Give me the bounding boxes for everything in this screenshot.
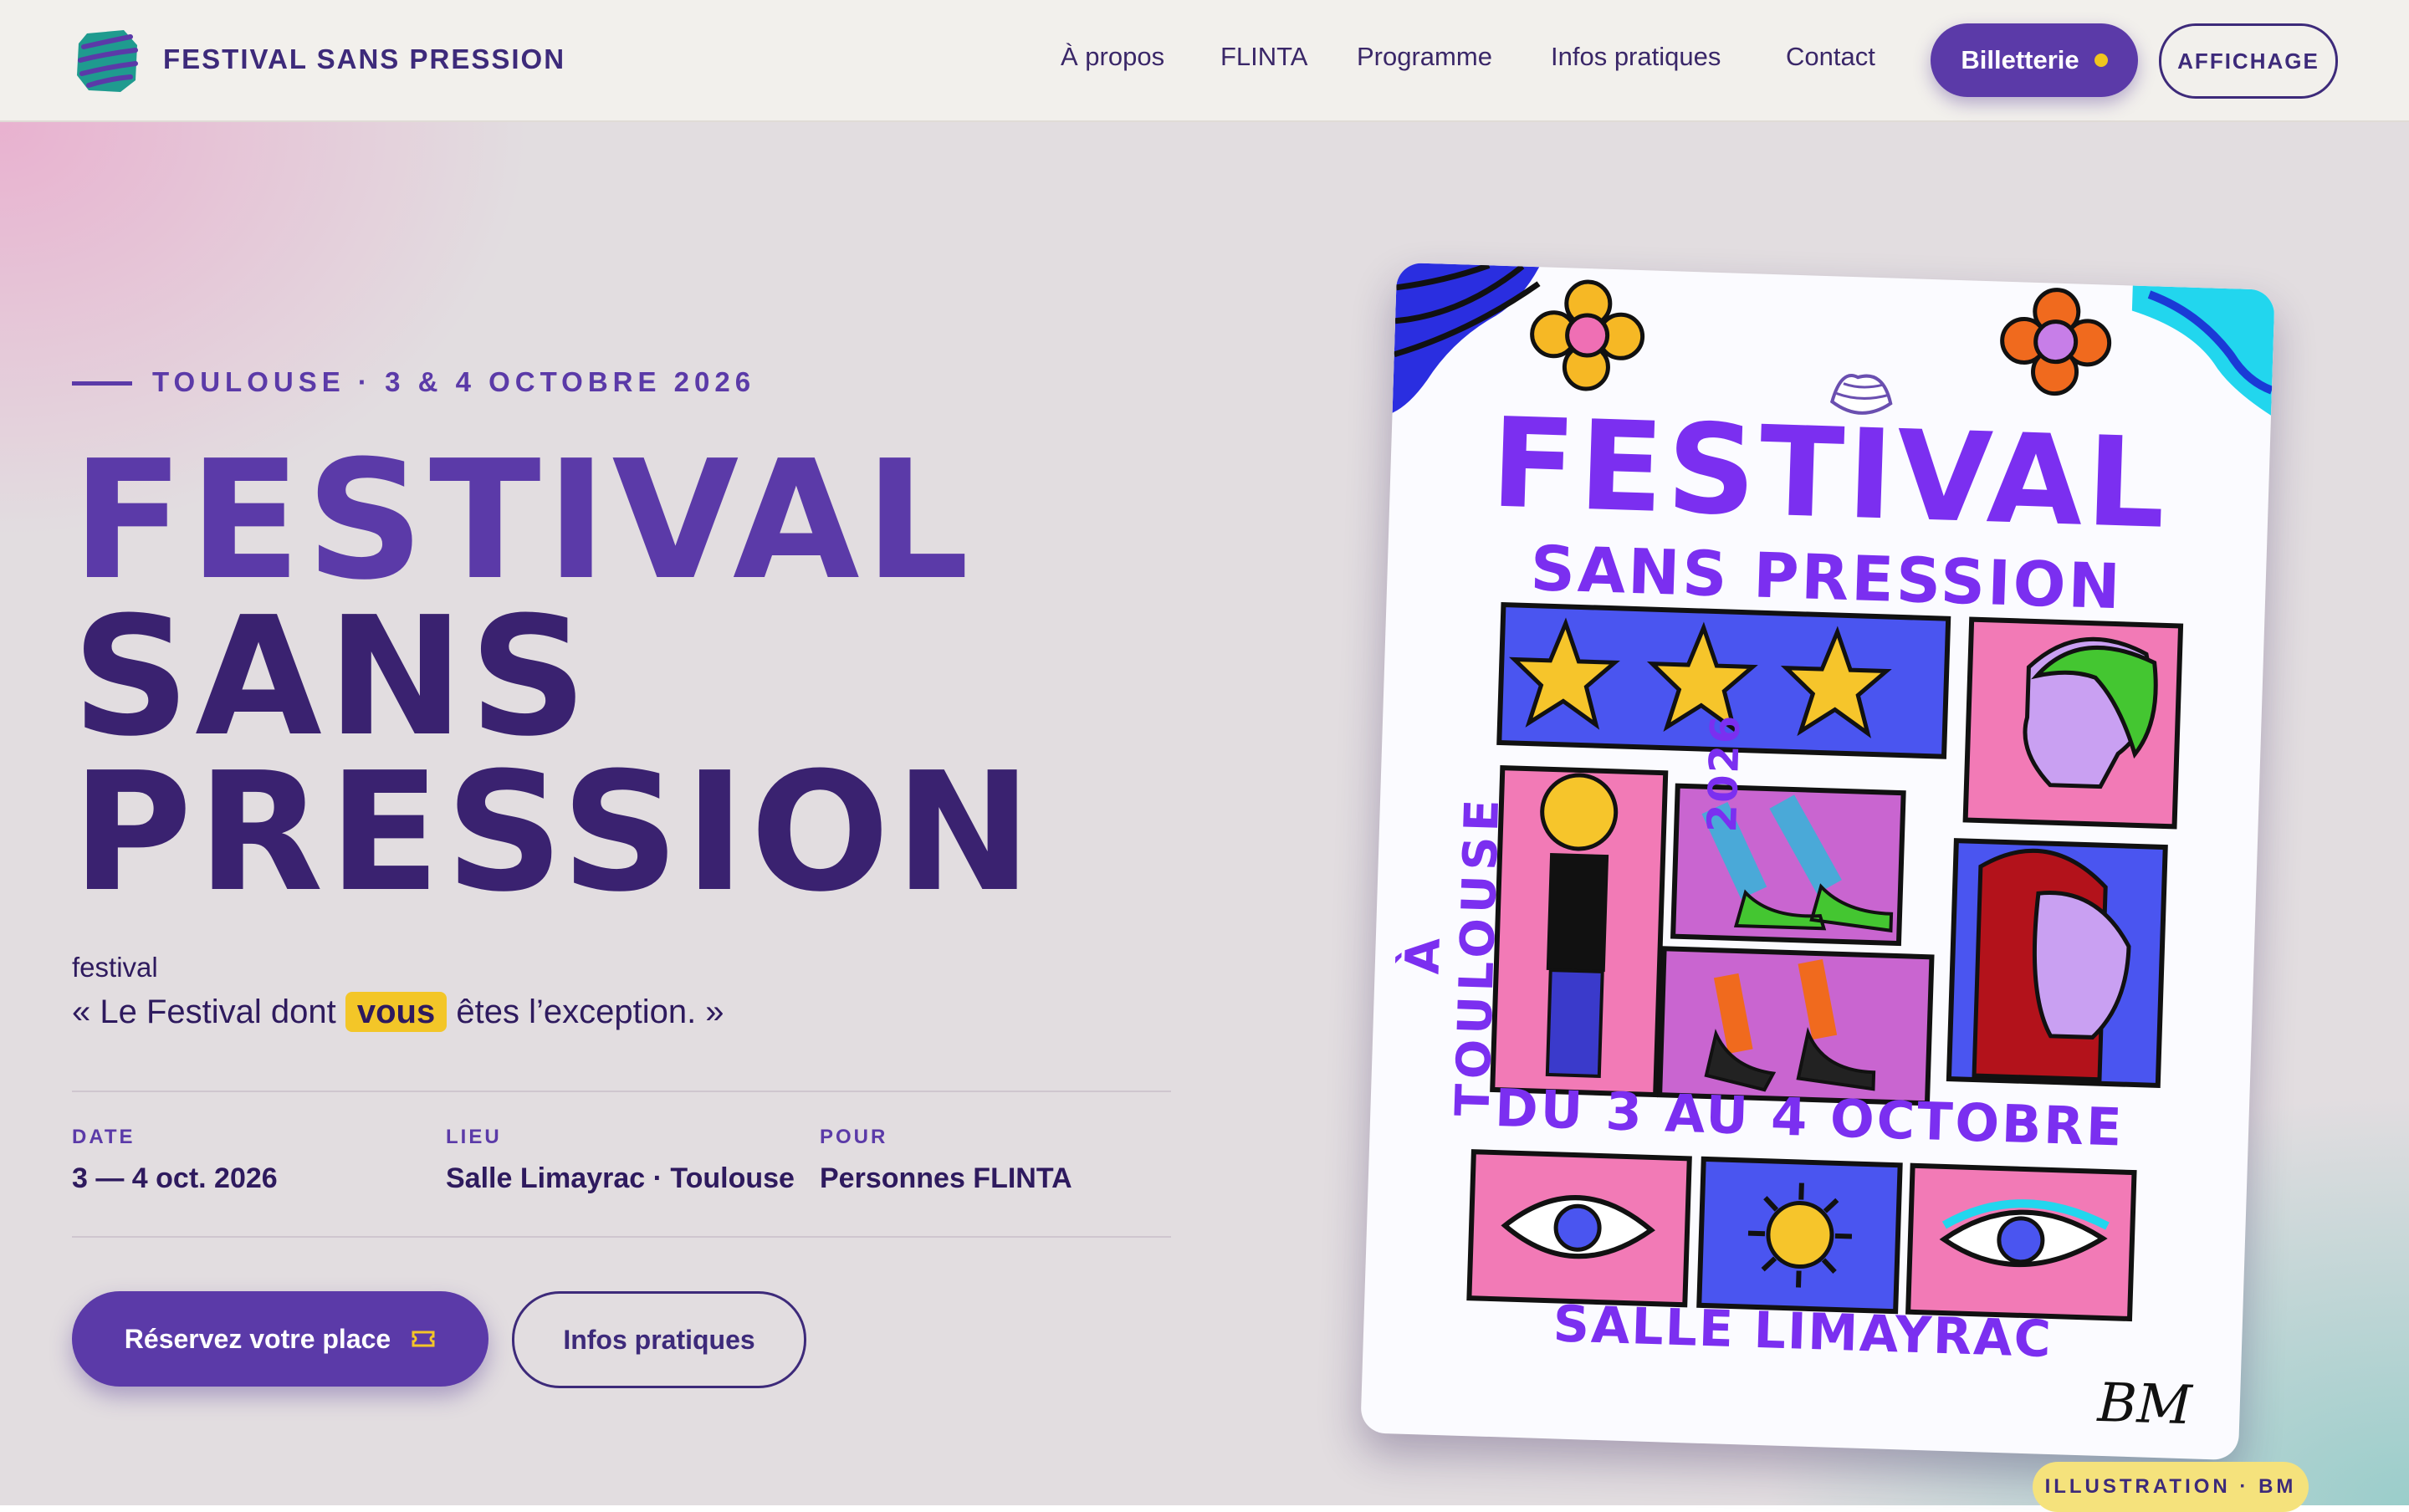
logo-mark-icon[interactable] xyxy=(72,25,142,95)
poster-side-text: À TOULOUSE xyxy=(1395,794,1511,1117)
ticket-button-label: Billetterie xyxy=(1961,45,2079,74)
meta-value-lieu: Salle Limayrac · Toulouse xyxy=(446,1162,795,1194)
hero-title-line-3: PRESSION xyxy=(72,738,1037,928)
hero-title-line-1: FESTIVAL xyxy=(72,426,974,616)
poster-year: 2026 xyxy=(1699,713,1750,834)
nav-link-contact[interactable]: Contact xyxy=(1786,42,1875,72)
nav-link-apropos[interactable]: À propos xyxy=(1061,42,1164,72)
hero-eyebrow: TOULOUSE · 3 & 4 OCTOBRE 2026 xyxy=(152,366,756,397)
divider-bottom xyxy=(72,1236,1171,1238)
eyebrow-line xyxy=(72,381,132,386)
poster-card: FESTIVAL SANS PRESSION À TOULOUSE 2026 D… xyxy=(1360,262,2275,1461)
illustration-credit-badge: ILLUSTRATION · BM xyxy=(2033,1462,2309,1512)
meta-label-lieu: LIEU xyxy=(446,1126,502,1148)
ticket-icon xyxy=(412,1331,435,1347)
site-header: FESTIVAL SANS PRESSION À propos FLINTA P… xyxy=(0,0,2409,122)
meta-value-pour: Personnes FLINTA xyxy=(820,1162,1072,1194)
hero-tag: festival xyxy=(72,952,158,983)
brand-name[interactable]: FESTIVAL SANS PRESSION xyxy=(163,43,565,75)
nav-link-infos-pratiques[interactable]: Infos pratiques xyxy=(1551,42,1721,72)
ticket-button[interactable]: Billetterie xyxy=(1931,23,2138,97)
meta-label-date: DATE xyxy=(72,1126,136,1148)
meta-value-date: 3 — 4 oct. 2026 xyxy=(72,1162,278,1194)
quote-after: êtes l’exception. » xyxy=(456,994,724,1030)
quote-before: « Le Festival dont xyxy=(72,994,336,1030)
quote-highlight: vous xyxy=(345,992,448,1032)
ticket-dot-icon xyxy=(2094,54,2108,67)
poster-signature: BM xyxy=(2096,1372,2193,1438)
flower-icon xyxy=(1530,279,1645,391)
flower-icon xyxy=(2000,288,2112,396)
reserve-button[interactable]: Réservez votre place xyxy=(72,1291,488,1387)
nav-link-flinta[interactable]: FLINTA xyxy=(1220,42,1308,72)
nav-link-programme[interactable]: Programme xyxy=(1357,42,1492,72)
reserve-button-label: Réservez votre place xyxy=(124,1323,391,1354)
divider-top xyxy=(72,1091,1171,1092)
affichage-button[interactable]: AFFICHAGE xyxy=(2159,23,2338,99)
hero-quote: « Le Festival dont vous êtes l’exception… xyxy=(72,992,724,1032)
festival-poster: FESTIVAL SANS PRESSION À TOULOUSE 2026 D… xyxy=(1360,262,2275,1461)
hero-title-line-2: SANS xyxy=(72,582,593,773)
meta-label-pour: POUR xyxy=(820,1126,888,1148)
infos-pratiques-button[interactable]: Infos pratiques xyxy=(512,1291,806,1388)
